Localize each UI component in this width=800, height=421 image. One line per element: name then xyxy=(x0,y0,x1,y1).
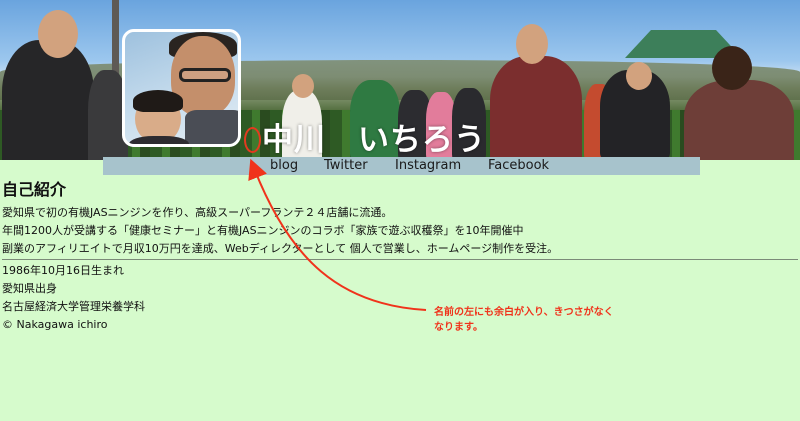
nav-link-blog[interactable]: blog xyxy=(270,157,298,175)
fact-hometown: 愛知県出身 xyxy=(2,282,57,295)
about-section: 自己紹介 愛知県で初の有機JASニンジンを作り、高級スーパーフランテ２４店舗に流… xyxy=(2,180,798,334)
highlight-circle xyxy=(244,127,261,153)
copyright: © Nakagawa ichiro xyxy=(2,318,108,331)
site-title: 中川 いちろう xyxy=(262,122,486,158)
nav-link-instagram[interactable]: Instagram xyxy=(395,157,461,175)
section-heading: 自己紹介 xyxy=(2,180,67,199)
main-nav: blog Twitter Instagram Facebook xyxy=(103,157,700,175)
intro-line: 愛知県で初の有機JASニンジンを作り、高級スーパーフランテ２４店舗に流通。 xyxy=(2,206,393,219)
person xyxy=(2,40,94,160)
person-head xyxy=(626,62,652,90)
person-head xyxy=(292,74,314,98)
annotation-note: 名前の左にも余白が入り、きつさがなく なります。 xyxy=(434,305,614,335)
profile-avatar xyxy=(122,29,241,147)
divider xyxy=(2,259,798,260)
person-head xyxy=(516,24,548,64)
fact-education: 名古屋経済大学管理栄養学科 xyxy=(2,300,145,313)
person-head xyxy=(38,10,78,58)
avatar-child-body xyxy=(129,136,189,144)
fact-birthdate: 1986年10月16日生まれ xyxy=(2,264,124,277)
person-head xyxy=(712,46,752,90)
avatar-child-hair xyxy=(133,90,183,112)
nav-link-twitter[interactable]: Twitter xyxy=(324,157,368,175)
avatar-scarf xyxy=(185,110,238,144)
intro-text: 愛知県で初の有機JASニンジンを作り、高級スーパーフランテ２４店舗に流通。 年間… xyxy=(2,204,798,258)
annotation-line: なります。 xyxy=(434,322,483,333)
glasses-icon xyxy=(179,68,231,82)
person xyxy=(490,56,582,160)
annotation-line: 名前の左にも余白が入り、きつさがなく xyxy=(434,307,614,318)
person xyxy=(684,80,794,160)
intro-line: 副業のアフィリエイトで月収10万円を達成、Webディレクターとして 個人で営業し… xyxy=(2,242,559,255)
intro-line: 年間1200人が受講する「健康セミナー」と有機JASニンジンのコラボ「家族で遊ぶ… xyxy=(2,224,524,237)
profile-facts: 1986年10月16日生まれ 愛知県出身 名古屋経済大学管理栄養学科 xyxy=(2,262,798,316)
nav-link-facebook[interactable]: Facebook xyxy=(488,157,549,175)
